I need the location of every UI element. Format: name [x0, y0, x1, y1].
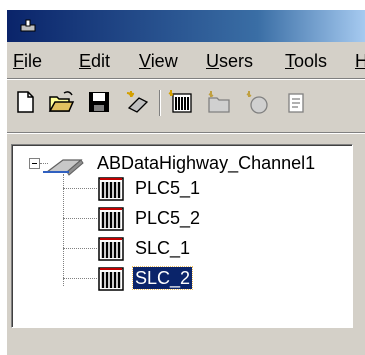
- channel-icon: [43, 159, 84, 176]
- application-window: File Edit View Users Tools H: [6, 9, 365, 355]
- collapse-toggle[interactable]: [29, 158, 40, 169]
- device-node-label[interactable]: SLC_1: [135, 237, 190, 259]
- tree-connector: [63, 174, 65, 286]
- tree-connector: [63, 218, 97, 220]
- menu-separator: [7, 78, 365, 80]
- tag-group-icon[interactable]: [205, 88, 233, 116]
- channel-node-label[interactable]: ABDataHighway_Channel1: [97, 152, 315, 174]
- tree-connector: [63, 188, 97, 190]
- menu-view[interactable]: View: [139, 46, 178, 76]
- device-node-label[interactable]: PLC5_2: [135, 207, 200, 229]
- tree-connector: [63, 248, 97, 250]
- title-bar[interactable]: [7, 10, 365, 42]
- plc-device-icon: [98, 267, 124, 291]
- new-device-icon[interactable]: [167, 88, 195, 116]
- toolbar-separator: [159, 90, 161, 116]
- toolbar-separator-line: [7, 132, 365, 134]
- open-folder-icon[interactable]: [47, 88, 75, 116]
- menu-tools[interactable]: Tools: [285, 46, 327, 76]
- new-channel-icon[interactable]: [125, 88, 153, 116]
- new-document-icon[interactable]: [11, 88, 39, 116]
- properties-icon[interactable]: [281, 88, 309, 116]
- menu-bar: File Edit View Users Tools H: [7, 46, 365, 76]
- menu-help[interactable]: H: [355, 46, 365, 76]
- plc-device-icon: [98, 237, 124, 261]
- menu-file[interactable]: File: [13, 46, 42, 76]
- plc-device-icon: [98, 177, 124, 201]
- plc-device-icon: [98, 207, 124, 231]
- new-tag-icon[interactable]: [243, 88, 271, 116]
- toolbar: [7, 82, 365, 120]
- project-tree[interactable]: ABDataHighway_Channel1 PLC5_1 PLC5_2 SLC…: [11, 144, 353, 328]
- device-node-label-selected[interactable]: SLC_2: [131, 266, 194, 290]
- menu-edit[interactable]: Edit: [79, 46, 110, 76]
- device-node-label[interactable]: PLC5_1: [135, 177, 200, 199]
- menu-users[interactable]: Users: [206, 46, 253, 76]
- app-icon: [20, 19, 36, 32]
- tree-connector: [63, 278, 97, 280]
- save-icon[interactable]: [85, 88, 113, 116]
